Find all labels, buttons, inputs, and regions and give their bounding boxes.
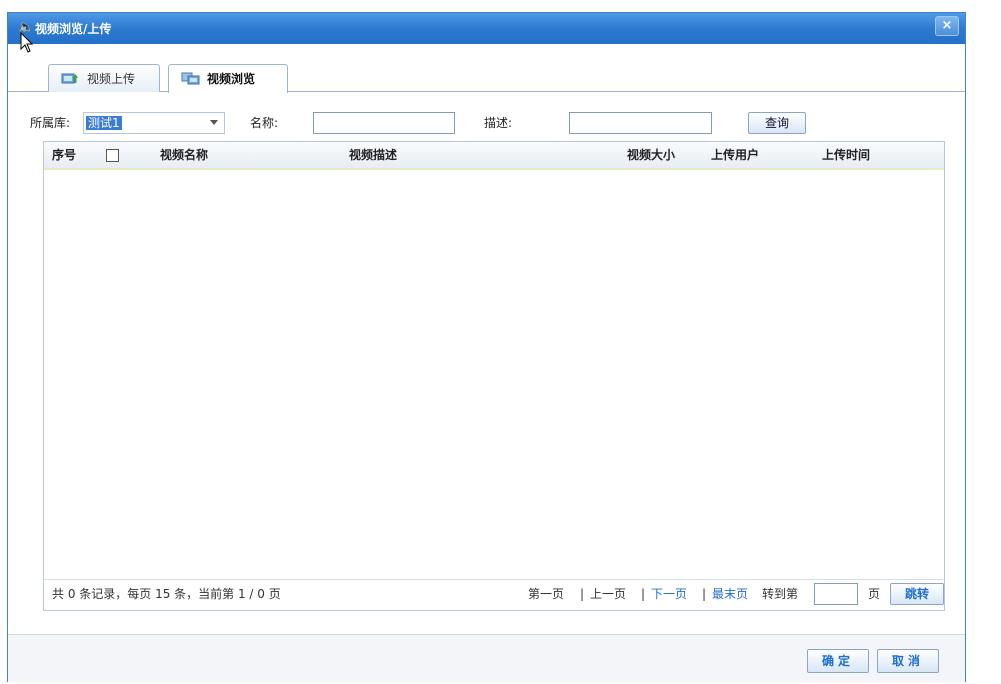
video-grid: 序号 视频名称 视频描述 视频大小 上传用户 上传时间 共 0 条记录，每页 1… xyxy=(43,141,945,611)
grid-body xyxy=(44,170,944,580)
col-video-description[interactable]: 视频描述 xyxy=(349,142,397,168)
tab-video-upload[interactable]: 视频上传 xyxy=(48,64,160,92)
col-index[interactable]: 序号 xyxy=(52,142,76,168)
pager-separator: | xyxy=(641,587,646,601)
upload-video-icon xyxy=(61,72,79,86)
grid-header: 序号 视频名称 视频描述 视频大小 上传用户 上传时间 xyxy=(44,142,944,169)
col-upload-time[interactable]: 上传时间 xyxy=(822,142,870,168)
pager-separator: | xyxy=(580,587,585,601)
tab-video-browse-label: 视频浏览 xyxy=(207,72,256,86)
col-video-name[interactable]: 视频名称 xyxy=(160,142,208,168)
library-select-value: 测试1 xyxy=(86,116,122,130)
tab-video-browse[interactable]: 视频浏览 xyxy=(168,64,288,93)
name-input[interactable] xyxy=(313,112,455,134)
last-page-link[interactable]: 最末页 xyxy=(712,580,748,608)
description-label: 描述: xyxy=(484,116,513,130)
pagination-info: 共 0 条记录，每页 15 条，当前第 1 / 0 页 xyxy=(52,587,281,601)
select-all-checkbox[interactable] xyxy=(106,149,119,162)
query-button[interactable]: 查询 xyxy=(748,112,806,134)
library-select[interactable]: 测试1 xyxy=(83,112,225,134)
cancel-button[interactable]: 取消 xyxy=(877,649,939,673)
first-page-link[interactable]: 第一页 xyxy=(528,580,564,608)
tab-video-upload-label: 视频上传 xyxy=(87,72,136,86)
next-page-link[interactable]: 下一页 xyxy=(651,580,687,608)
goto-suffix: 页 xyxy=(868,587,881,601)
goto-prefix: 转到第 xyxy=(762,587,799,601)
window-title: 视频浏览/上传 xyxy=(35,22,112,36)
ok-button[interactable]: 确定 xyxy=(807,649,869,673)
title-bar[interactable]: 🔈 视频浏览/上传 × xyxy=(8,13,965,44)
dialog-window: 🔈 视频浏览/上传 × 视频上传 视频浏览 所属库: 测试1 名称: 描述: 查… xyxy=(7,12,966,682)
jump-button[interactable]: 跳转 xyxy=(890,583,944,605)
dialog-button-bar: 确定 取消 xyxy=(8,634,965,682)
close-button[interactable]: × xyxy=(935,16,959,36)
col-upload-user[interactable]: 上传用户 xyxy=(711,142,759,168)
dialog-content: 视频上传 视频浏览 所属库: 测试1 名称: 描述: 查询 序号 视频名称 视频… xyxy=(8,44,965,682)
name-label: 名称: xyxy=(250,116,279,130)
col-video-size[interactable]: 视频大小 xyxy=(627,142,675,168)
pager: 第一页 | 上一页 | 下一页 | 最末页 转到第 页 跳转 xyxy=(528,580,944,608)
pager-separator: | xyxy=(702,587,707,601)
mouse-pointer-icon xyxy=(20,32,34,53)
chevron-down-icon xyxy=(210,120,218,125)
browse-video-icon xyxy=(181,72,200,86)
grid-footer: 共 0 条记录，每页 15 条，当前第 1 / 0 页 第一页 | 上一页 | … xyxy=(44,579,944,610)
description-input[interactable] xyxy=(569,112,712,134)
goto-page-input[interactable] xyxy=(814,583,858,605)
library-label: 所属库: xyxy=(30,116,71,130)
prev-page-link[interactable]: 上一页 xyxy=(590,580,626,608)
filter-bar: 所属库: 测试1 名称: 描述: 查询 xyxy=(8,112,965,136)
